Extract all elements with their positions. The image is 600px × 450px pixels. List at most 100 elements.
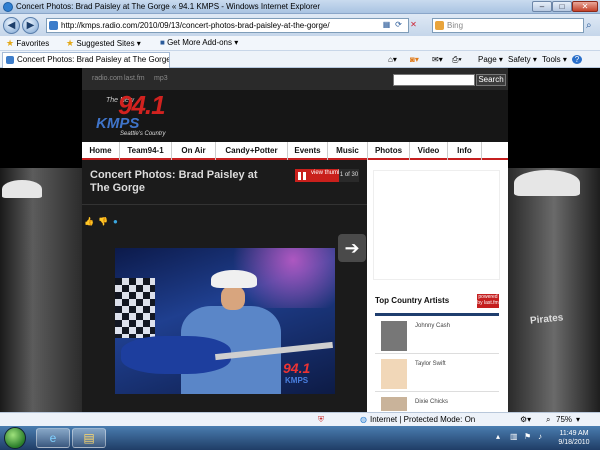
main-nav: Home Team94-1 On Air Candy+Potter Events… <box>82 142 508 160</box>
explorer-taskbar-icon[interactable]: ▤ <box>72 428 106 448</box>
site-container: radio.com last.fm mp3 Search The New 94.… <box>82 68 508 412</box>
flag-icon[interactable]: ⚑ <box>524 432 531 441</box>
suggested-sites-button[interactable]: ★ Suggested Sites ▾ <box>66 38 141 49</box>
help-icon[interactable]: ? <box>572 55 582 64</box>
artist-item[interactable]: Johnny Cash <box>375 318 499 354</box>
close-button[interactable]: ✕ <box>572 1 598 12</box>
nav-candy-potter[interactable]: Candy+Potter <box>216 142 288 160</box>
mp3-logo[interactable]: mp3 <box>154 75 168 82</box>
concert-photo[interactable]: 94.1 KMPS <box>115 248 335 394</box>
ie-taskbar-icon[interactable]: e <box>36 428 70 448</box>
photo-watermark: 94.1 <box>283 360 311 376</box>
nav-on-air[interactable]: On Air <box>172 142 216 160</box>
bing-icon <box>435 21 444 30</box>
artist-photo <box>381 397 407 411</box>
forward-button[interactable]: ▶ <box>22 17 39 34</box>
nav-photos[interactable]: Photos <box>368 142 410 160</box>
artist-item[interactable]: Taylor Swift <box>375 356 499 392</box>
start-button[interactable] <box>4 427 26 449</box>
cowboy-hat-right <box>514 170 580 196</box>
minimize-button[interactable]: – <box>532 1 552 12</box>
feeds-icon[interactable]: ◙▾ <box>410 55 419 64</box>
photo-watermark-sub: KMPS <box>285 376 309 385</box>
artist-photo <box>381 321 407 351</box>
globe-icon: ◍ <box>360 415 367 424</box>
share-icon[interactable]: ● <box>113 217 118 226</box>
artist-name: Johnny Cash <box>415 323 451 329</box>
status-bar: ⛨ ◍ Internet | Protected Mode: On ⚙▾ ⌕ 7… <box>0 412 600 426</box>
stop-icon[interactable]: ✕ <box>408 19 419 31</box>
page-menu[interactable]: Page ▾ <box>478 55 503 64</box>
nav-home[interactable]: Home <box>82 142 120 160</box>
ad-slot <box>373 170 500 280</box>
next-arrow-icon[interactable]: ➔ <box>338 234 366 262</box>
zoom-favorites-icon[interactable]: ⚙▾ <box>520 415 531 424</box>
get-more-addons-button[interactable]: ■ Get More Add-ons ▾ <box>160 38 238 47</box>
dislike-icon[interactable]: 👎 <box>98 217 108 226</box>
tab-title: Concert Photos: Brad Paisley at The Gorg… <box>17 55 170 64</box>
favorites-bar: ★ Favorites ★ Suggested Sites ▾ ■ Get Mo… <box>0 36 600 51</box>
tab-bar: Concert Photos: Brad Paisley at The Gorg… <box>0 51 600 68</box>
site-favicon <box>49 21 58 30</box>
background-photo-right <box>508 168 600 412</box>
addons-icon: ■ <box>160 38 165 47</box>
artist-item[interactable]: Dixie Chicks <box>375 394 499 412</box>
tab-current[interactable]: Concert Photos: Brad Paisley at The Gorg… <box>2 52 170 68</box>
artist-photo <box>381 359 407 389</box>
url-text: http://kmps.radio.com/2010/09/13/concert… <box>61 21 330 30</box>
home-icon[interactable]: ⌂▾ <box>388 55 397 64</box>
title-bar: Concert Photos: Brad Paisley at The Gorg… <box>0 0 600 14</box>
security-zone[interactable]: Internet | Protected Mode: On <box>370 415 475 424</box>
zoom-icon[interactable]: ⌕ <box>546 415 550 425</box>
background-photo-left <box>0 168 82 412</box>
station-logo[interactable]: The New 94.1 KMPS Seattle's Country <box>82 90 508 142</box>
safety-menu[interactable]: Safety ▾ <box>508 55 537 64</box>
nav-info[interactable]: Info <box>448 142 482 160</box>
like-icon[interactable]: 👍 <box>84 217 94 226</box>
star-icon: ★ <box>6 38 15 48</box>
view-thumbnails-button[interactable]: view thumbnails 1 of 30 <box>295 169 359 182</box>
zoom-level[interactable]: 75% <box>556 415 572 424</box>
tools-menu[interactable]: Tools ▾ <box>542 55 567 64</box>
popup-blocker-icon[interactable]: ⛨ <box>318 415 324 425</box>
slide-counter: 1 of 30 <box>339 169 359 182</box>
window-title: Concert Photos: Brad Paisley at The Gorg… <box>16 2 320 11</box>
add-favorite-icon: ★ <box>66 38 75 48</box>
stage-backdrop <box>115 278 155 338</box>
lastfm-badge[interactable]: powered by last.fm <box>477 294 499 308</box>
nav-team941[interactable]: Team94-1 <box>120 142 172 160</box>
divider <box>82 204 367 205</box>
back-button[interactable]: ◀ <box>3 17 20 34</box>
print-icon[interactable]: ⎙▾ <box>452 55 462 65</box>
network-icon[interactable]: ▥ <box>510 432 518 441</box>
site-search-button[interactable]: Search <box>476 74 506 86</box>
mail-icon[interactable]: ✉▾ <box>432 55 443 64</box>
refresh-icon[interactable]: ⟳ <box>393 19 404 31</box>
maximize-button[interactable]: □ <box>552 1 572 12</box>
compatibility-icon[interactable]: ▦ <box>381 19 392 31</box>
favorites-button[interactable]: ★ Favorites <box>6 38 49 49</box>
network-bar: radio.com last.fm mp3 Search <box>82 68 508 90</box>
tray-arrow-icon[interactable]: ▴ <box>496 432 500 441</box>
nav-video[interactable]: Video <box>410 142 448 160</box>
url-field[interactable]: http://kmps.radio.com/2010/09/13/concert… <box>46 18 409 33</box>
post-title: Concert Photos: Brad Paisley at The Gorg… <box>90 169 258 194</box>
zoom-dropdown-icon[interactable]: ▾ <box>576 415 580 424</box>
search-placeholder: Bing <box>447 21 464 30</box>
search-input[interactable]: Bing <box>432 18 584 33</box>
lastfm-logo[interactable]: last.fm <box>124 75 145 82</box>
performer-face <box>221 286 245 310</box>
sidebar: Top Country Artists powered by last.fm J… <box>367 160 508 412</box>
top-artists-heading: Top Country Artists <box>375 296 450 305</box>
clock[interactable]: 11:49 AM 9/18/2010 <box>552 429 596 447</box>
search-icon[interactable]: ⌕ <box>586 20 592 31</box>
volume-icon[interactable]: ♪ <box>538 432 542 441</box>
nav-music[interactable]: Music <box>328 142 368 160</box>
radio-com-logo[interactable]: radio.com <box>92 75 123 82</box>
site-search-input[interactable] <box>393 74 475 86</box>
cowboy-hat-left <box>2 180 42 198</box>
nav-events[interactable]: Events <box>288 142 328 160</box>
gallery-content: Concert Photos: Brad Paisley at The Gorg… <box>82 160 367 412</box>
logo-tagline: Seattle's Country <box>120 131 166 137</box>
clock-date: 9/18/2010 <box>558 439 590 446</box>
